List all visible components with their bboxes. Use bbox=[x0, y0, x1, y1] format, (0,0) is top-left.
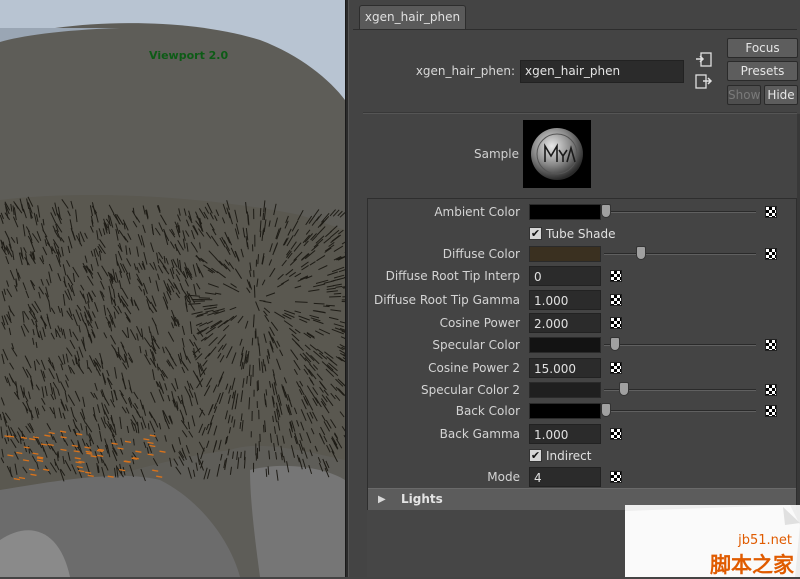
back-color-label: Back Color bbox=[368, 404, 520, 418]
tab-xgen-hair-phen[interactable]: xgen_hair_phen bbox=[359, 5, 466, 29]
specular-color-slider[interactable] bbox=[604, 344, 756, 346]
indirect-label: Indirect bbox=[546, 449, 591, 463]
specular-color-swatch[interactable] bbox=[529, 337, 601, 353]
specular-color-2-slider-handle[interactable] bbox=[619, 382, 629, 396]
attr-row-ambient-color: Ambient Color bbox=[368, 202, 796, 222]
viewport-panel[interactable]: Viewport 2.0 bbox=[0, 0, 345, 577]
back-color-slider-handle[interactable] bbox=[601, 403, 611, 417]
diffuse-color-label: Diffuse Color bbox=[368, 247, 520, 261]
mode-label: Mode bbox=[368, 470, 520, 484]
diffuse-color-swatch[interactable] bbox=[529, 246, 601, 262]
tube-shade-label: Tube Shade bbox=[546, 227, 616, 241]
ambient-color-swatch[interactable] bbox=[529, 204, 601, 220]
mode-field[interactable]: 4 bbox=[529, 467, 601, 487]
diffuse-root-tip-gamma-label: Diffuse Root Tip Gamma bbox=[368, 293, 520, 307]
ambient-color-slider[interactable] bbox=[604, 211, 756, 213]
attr-row-tube-shade: ✔ Tube Shade bbox=[368, 224, 796, 244]
cosine-power-2-label: Cosine Power 2 bbox=[368, 361, 520, 375]
diffuse-root-tip-gamma-map-button-icon[interactable] bbox=[610, 294, 622, 306]
viewport-label: Viewport 2.0 bbox=[149, 49, 228, 62]
tab-underline bbox=[353, 29, 797, 30]
specular-color-slider-handle[interactable] bbox=[610, 337, 620, 351]
diffuse-color-map-button-icon[interactable] bbox=[765, 248, 777, 260]
node-name-field[interactable]: xgen_hair_phen bbox=[520, 60, 684, 83]
back-color-map-button-icon[interactable] bbox=[765, 405, 777, 417]
cosine-power-2-field[interactable]: 15.000 bbox=[529, 358, 601, 378]
back-gamma-label: Back Gamma bbox=[368, 427, 520, 441]
ambient-color-slider-handle[interactable] bbox=[601, 204, 611, 218]
specular-color-map-button-icon[interactable] bbox=[765, 339, 777, 351]
attr-row-mode: Mode 4 bbox=[368, 467, 796, 487]
attr-row-diffuse-root-tip-gamma: Diffuse Root Tip Gamma 1.000 bbox=[368, 290, 796, 310]
tube-shade-checkbox[interactable]: ✔ bbox=[529, 227, 542, 240]
attr-row-cosine-power: Cosine Power 2.000 bbox=[368, 313, 796, 333]
specular-color-label: Specular Color bbox=[368, 338, 520, 352]
load-selected-icon[interactable] bbox=[695, 52, 713, 68]
watermark: jb51.net 脚本之家 bbox=[625, 505, 800, 577]
ambient-color-map-button-icon[interactable] bbox=[765, 206, 777, 218]
focus-button[interactable]: Focus bbox=[727, 38, 798, 58]
diffuse-color-slider-handle[interactable] bbox=[636, 246, 646, 260]
copy-tab-icon[interactable] bbox=[695, 74, 713, 90]
show-button[interactable]: Show bbox=[727, 85, 761, 105]
watermark-text: 脚本之家 bbox=[710, 549, 794, 579]
specular-color-2-label: Specular Color 2 bbox=[368, 383, 520, 397]
attr-row-diffuse-root-tip-interp: Diffuse Root Tip Interp 0 bbox=[368, 266, 796, 286]
lights-section-label: Lights bbox=[401, 492, 443, 506]
attr-row-back-gamma: Back Gamma 1.000 bbox=[368, 424, 796, 444]
back-gamma-field[interactable]: 1.000 bbox=[529, 424, 601, 444]
attr-row-specular-color-2: Specular Color 2 bbox=[368, 380, 796, 400]
attr-row-cosine-power-2: Cosine Power 2 15.000 bbox=[368, 358, 796, 378]
diffuse-root-tip-gamma-field[interactable]: 1.000 bbox=[529, 290, 601, 310]
viewport-render bbox=[0, 0, 345, 577]
cosine-power-label: Cosine Power bbox=[368, 316, 520, 330]
cosine-power-2-map-button-icon[interactable] bbox=[610, 362, 622, 374]
attr-row-diffuse-color: Diffuse Color bbox=[368, 244, 796, 264]
specular-color-2-map-button-icon[interactable] bbox=[765, 384, 777, 396]
diffuse-root-tip-interp-label: Diffuse Root Tip Interp bbox=[368, 269, 520, 283]
diffuse-root-tip-interp-field[interactable]: 0 bbox=[529, 266, 601, 286]
attr-row-specular-color: Specular Color bbox=[368, 335, 796, 355]
sample-label: Sample bbox=[449, 147, 519, 161]
diffuse-color-slider[interactable] bbox=[604, 253, 756, 255]
node-name-label: xgen_hair_phen: bbox=[409, 64, 515, 78]
ambient-color-label: Ambient Color bbox=[368, 205, 520, 219]
indirect-checkbox[interactable]: ✔ bbox=[529, 449, 542, 462]
cosine-power-field[interactable]: 2.000 bbox=[529, 313, 601, 333]
attr-row-back-color: Back Color bbox=[368, 401, 796, 421]
presets-button[interactable]: Presets bbox=[727, 61, 798, 81]
hide-button[interactable]: Hide bbox=[764, 85, 798, 105]
expand-arrow-icon: ▶ bbox=[378, 494, 386, 505]
watermark-domain: jb51.net bbox=[738, 533, 792, 548]
maya-logo-icon bbox=[523, 120, 591, 188]
diffuse-root-tip-interp-map-button-icon[interactable] bbox=[610, 270, 622, 282]
attr-row-indirect: ✔ Indirect bbox=[368, 446, 796, 466]
attribute-editor: xgen_hair_phen xgen_hair_phen: xgen_hair… bbox=[349, 0, 800, 577]
attributes-frame: Ambient Color ✔ Tube Shade Diffuse Color Dif… bbox=[367, 198, 797, 510]
specular-color-2-swatch[interactable] bbox=[529, 382, 601, 398]
back-color-swatch[interactable] bbox=[529, 403, 601, 419]
mode-map-button-icon[interactable] bbox=[610, 471, 622, 483]
back-gamma-map-button-icon[interactable] bbox=[610, 428, 622, 440]
back-color-slider[interactable] bbox=[604, 410, 756, 412]
header-separator bbox=[363, 112, 797, 114]
cosine-power-map-button-icon[interactable] bbox=[610, 317, 622, 329]
sample-swatch bbox=[523, 120, 591, 188]
